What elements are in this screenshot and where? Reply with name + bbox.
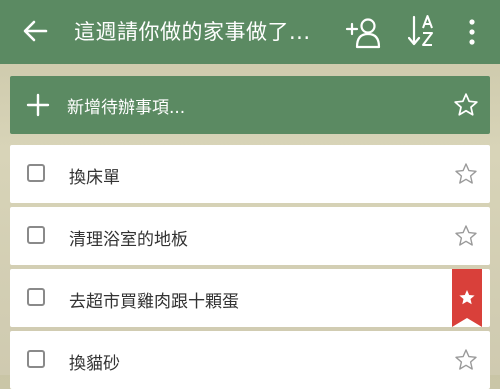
list-title: 這週請你做的家事做了...	[74, 20, 311, 44]
task-label: 換床單	[69, 168, 120, 188]
task-item[interactable]: 換床單	[10, 145, 490, 203]
task-label: 清理浴室的地板	[69, 230, 188, 250]
sort-az-icon[interactable]	[408, 14, 438, 48]
task-item[interactable]: 去超市買雞肉跟十顆蛋	[10, 269, 490, 327]
arrow-left-icon[interactable]	[22, 18, 48, 44]
task-item[interactable]: 換貓砂	[10, 331, 490, 389]
plus-icon	[26, 93, 50, 117]
more-vertical-icon[interactable]	[464, 18, 480, 46]
app-bar: 這週請你做的家事做了...	[0, 0, 500, 64]
task-checkbox[interactable]	[27, 350, 45, 368]
task-item[interactable]: 清理浴室的地板	[10, 207, 490, 265]
add-task-bar[interactable]: 新增待辦事項...	[10, 76, 490, 134]
add-person-icon[interactable]	[345, 15, 381, 49]
star-outline-icon[interactable]	[453, 92, 479, 118]
task-checkbox[interactable]	[27, 226, 45, 244]
star-flag-icon[interactable]	[452, 269, 482, 327]
task-checkbox[interactable]	[27, 288, 45, 306]
star-outline-icon[interactable]	[454, 162, 478, 186]
add-task-placeholder: 新增待辦事項...	[67, 98, 186, 118]
task-label: 換貓砂	[69, 354, 120, 374]
star-outline-icon[interactable]	[454, 224, 478, 248]
star-outline-icon[interactable]	[454, 348, 478, 372]
task-checkbox[interactable]	[27, 164, 45, 182]
task-label: 去超市買雞肉跟十顆蛋	[69, 292, 239, 312]
